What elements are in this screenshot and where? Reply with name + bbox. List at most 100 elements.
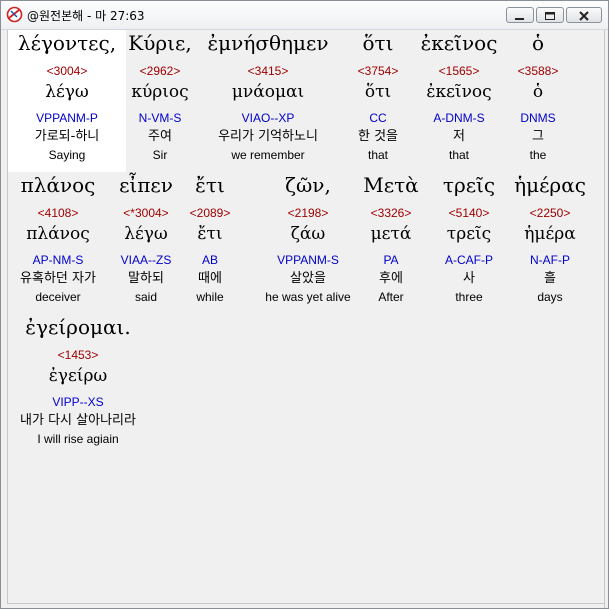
- word-block[interactable]: ὅτι <3754> ὅτι CC 한 것을 that: [348, 30, 408, 170]
- greek-word: πλάνος: [20, 173, 96, 197]
- minimize-button[interactable]: [506, 7, 534, 23]
- window-title: @원전본해 - 마 27:63: [27, 9, 145, 23]
- english-gloss: we remember: [231, 148, 305, 162]
- english-gloss: the: [529, 148, 547, 162]
- parsing-code: DNMS: [520, 111, 556, 125]
- strong-number: <3004>: [46, 64, 88, 78]
- word-block[interactable]: τρεῖς <5140> τρεῖς A-CAF-P 사 three: [426, 172, 512, 312]
- english-gloss: deceiver: [35, 290, 81, 304]
- greek-word: ἔτι: [195, 173, 225, 197]
- greek-word: τρεῖς: [442, 173, 496, 197]
- parsing-code: VIAO--XP: [241, 111, 295, 125]
- word-block[interactable]: ἐκεῖνος <1565> ἐκεῖνος A-DNM-S 저 that: [411, 30, 507, 170]
- lexical-form: ἐκεῖνος: [426, 82, 492, 102]
- parsing-code: VPPANM-P: [36, 111, 98, 125]
- english-gloss: I will rise agiain: [37, 432, 119, 446]
- lexical-form: λέγω: [45, 82, 89, 102]
- english-gloss: three: [455, 290, 483, 304]
- close-button[interactable]: [566, 7, 602, 23]
- strong-number: <*3004>: [123, 206, 169, 220]
- strong-number: <3588>: [517, 64, 559, 78]
- strong-number: <1453>: [57, 348, 99, 362]
- english-gloss: said: [134, 290, 157, 304]
- parsing-code: VIAA--ZS: [120, 253, 172, 267]
- greek-word: ὁ: [531, 31, 545, 55]
- word-block[interactable]: ἐμνήσθημεν <3415> μνάομαι VIAO--XP 우리가 기억하노니…: [198, 30, 338, 170]
- word-block[interactable]: ἡμέρας <2250> ἡμέρα N-AF-P 흘 days: [510, 172, 590, 312]
- strong-number: <2089>: [189, 206, 231, 220]
- english-gloss: Saying: [48, 148, 86, 162]
- lexical-form: μνάομαι: [231, 82, 305, 102]
- app-logo-icon: [6, 6, 23, 23]
- english-gloss: that: [367, 148, 388, 162]
- minimize-icon: [515, 18, 524, 20]
- word-block[interactable]: Μετὰ <3326> μετά PA 후에 After: [350, 172, 432, 312]
- lexical-form: ὁ: [532, 82, 544, 102]
- interlinear-view[interactable]: λέγοντες, <3004> λέγω VPPANM-P 가로되-하니 Saying Κ…: [7, 30, 605, 604]
- maximize-button[interactable]: [536, 7, 564, 23]
- strong-number: <5140>: [448, 206, 490, 220]
- scrollbar-gutter: [604, 30, 605, 608]
- lexical-form: μετά: [370, 224, 412, 244]
- lexical-form: τρεῖς: [446, 224, 492, 244]
- parsing-code: N-AF-P: [530, 253, 570, 267]
- app-window: @원전본해 - 마 27:63 λέγοντες, <3004> λέγω VPPAN…: [0, 0, 609, 609]
- strong-number: <2962>: [139, 64, 181, 78]
- korean-gloss: 내가 다시 살아나리라: [20, 413, 136, 428]
- greek-word: Μετὰ: [363, 173, 419, 197]
- strong-number: <1565>: [438, 64, 480, 78]
- english-gloss: days: [537, 290, 563, 304]
- parsing-code: CC: [369, 111, 387, 125]
- korean-gloss: 주여: [148, 129, 172, 144]
- korean-gloss: 우리가 기억하노니: [218, 129, 318, 144]
- korean-gloss: 흘: [544, 271, 556, 286]
- parsing-code: VIPP--XS: [52, 395, 104, 409]
- korean-gloss: 한 것을: [357, 129, 398, 144]
- english-gloss: while: [196, 290, 224, 304]
- lexical-form: λέγω: [124, 224, 168, 244]
- greek-word: Κύριε,: [128, 31, 192, 55]
- greek-word: ἐμνήσθημεν: [207, 31, 329, 55]
- strong-number: <3326>: [370, 206, 412, 220]
- strong-number: <4108>: [37, 206, 79, 220]
- korean-gloss: 그: [532, 129, 544, 144]
- greek-word: ἐγείρομαι.: [25, 315, 131, 339]
- word-block[interactable]: ὁ <3588> ὁ DNMS 그 the: [510, 30, 566, 170]
- greek-word: ἐκεῖνος: [420, 31, 498, 55]
- english-gloss: Sir: [152, 148, 168, 162]
- parsing-code: AP-NM-S: [32, 253, 84, 267]
- close-icon: [579, 11, 589, 21]
- strong-number: <3415>: [247, 64, 289, 78]
- greek-word: ὅτι: [362, 31, 394, 55]
- greek-word: ἡμέρας: [514, 173, 586, 197]
- korean-gloss: 유혹하던 자가: [20, 271, 96, 286]
- strong-number: <2250>: [529, 206, 571, 220]
- greek-word: λέγοντες,: [17, 31, 117, 55]
- parsing-code: A-DNM-S: [433, 111, 485, 125]
- word-block[interactable]: ἐγείρομαι. <1453> ἐγείρω VIPP--XS 내가 다시 살아나리…: [8, 314, 148, 454]
- lexical-form: ὅτι: [364, 82, 392, 102]
- korean-gloss: 때에: [198, 271, 222, 286]
- korean-gloss: 가로되-하니: [34, 129, 100, 144]
- parsing-code: AB: [201, 253, 218, 267]
- word-block[interactable]: πλάνος <4108> πλάνος AP-NM-S 유혹하던 자가 deceiver: [8, 172, 108, 312]
- title-bar[interactable]: @원전본해 - 마 27:63: [1, 1, 608, 30]
- bottom-border: [7, 603, 604, 604]
- lexical-form: ἡμέρα: [524, 224, 576, 244]
- word-block[interactable]: Κύριε, <2962> κύριος N-VM-S 주여 Sir: [126, 30, 194, 170]
- parsing-code: PA: [383, 253, 399, 267]
- english-gloss: After: [378, 290, 404, 304]
- korean-gloss: 말하되: [128, 271, 164, 286]
- korean-gloss: 저: [453, 129, 465, 144]
- english-gloss: that: [448, 148, 469, 162]
- korean-gloss: 사: [463, 271, 475, 286]
- lexical-form: ἐγείρω: [48, 366, 108, 386]
- strong-number: <3754>: [357, 64, 399, 78]
- word-block[interactable]: εἶπεν <*3004> λέγω VIAA--ZS 말하되 said: [111, 172, 181, 312]
- parsing-code: A-CAF-P: [445, 253, 493, 267]
- word-block[interactable]: λέγοντες, <3004> λέγω VPPANM-P 가로되-하니 Saying: [8, 30, 126, 170]
- parsing-code: N-VM-S: [138, 111, 182, 125]
- lexical-form: ἔτι: [197, 224, 223, 244]
- korean-gloss: 후에: [379, 271, 403, 286]
- word-block[interactable]: ἔτι <2089> ἔτι AB 때에 while: [184, 172, 236, 312]
